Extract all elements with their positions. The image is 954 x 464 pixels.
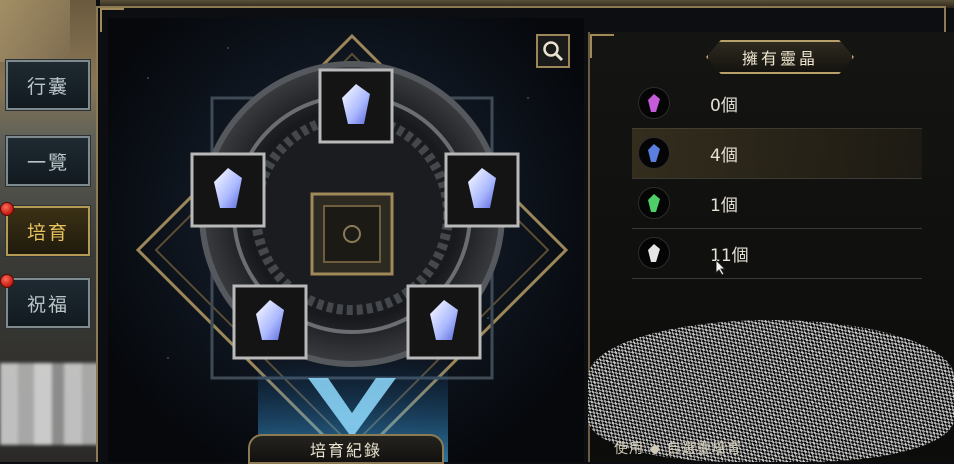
search-icon xyxy=(543,41,564,62)
outer-diamond xyxy=(135,33,569,462)
crystal-row: 11個 xyxy=(632,228,922,279)
slot-lower-right[interactable] xyxy=(406,284,482,360)
crystal-count: 1個 xyxy=(710,195,738,216)
square-frame xyxy=(210,96,494,380)
slot-top[interactable] xyxy=(318,68,394,144)
crystal-icon-purple xyxy=(638,87,670,119)
notification-dot xyxy=(0,202,14,216)
inner-ring xyxy=(251,113,453,315)
record-button[interactable]: 培育紀錄 xyxy=(248,434,444,464)
panel-title: 擁有靈晶 xyxy=(706,40,854,74)
slot-upper-right[interactable] xyxy=(444,152,520,228)
tab-overview[interactable]: 一覽 xyxy=(5,135,91,187)
panel-corner-ornament xyxy=(590,34,614,58)
crystal-count: 4個 xyxy=(710,145,738,166)
crystal-icon-blue xyxy=(638,137,670,169)
crystal-icon xyxy=(430,300,458,340)
slot-upper-left[interactable] xyxy=(190,152,266,228)
center-slot-inner xyxy=(323,205,381,263)
tab-cultivate-label: 培育 xyxy=(26,221,69,244)
wing-emblem xyxy=(308,378,396,438)
record-button-label: 培育紀錄 xyxy=(309,441,382,460)
crystal-icon xyxy=(468,168,496,208)
notification-dot xyxy=(0,274,14,288)
tab-blessing-label: 祝福 xyxy=(26,293,69,316)
crystal-icon xyxy=(214,168,242,208)
tab-cultivate[interactable]: 培育 xyxy=(5,205,91,257)
tab-overview-label: 一覽 xyxy=(26,151,69,174)
outer-ring xyxy=(199,61,505,367)
crystal-icon xyxy=(342,84,370,124)
center-emblem xyxy=(343,225,361,243)
crystal-icon-green xyxy=(638,187,670,219)
center-slot xyxy=(310,192,394,276)
cultivation-panel xyxy=(108,18,584,462)
tab-blessing[interactable]: 祝福 xyxy=(5,277,91,329)
crystal-row: 0個 xyxy=(632,78,922,129)
tab-bag[interactable]: 行囊 xyxy=(5,59,91,111)
slot-lower-left[interactable] xyxy=(232,284,308,360)
crystal-row: 4個 xyxy=(632,128,922,179)
crystal-count: 0個 xyxy=(710,95,738,116)
search-button[interactable] xyxy=(536,34,570,68)
panel-title-text: 擁有靈晶 xyxy=(741,49,818,68)
middle-ring xyxy=(232,94,472,334)
cultivation-circle xyxy=(135,33,569,462)
crystal-icon xyxy=(256,300,284,340)
inner-diamond xyxy=(154,52,550,448)
tab-bag-label: 行囊 xyxy=(26,75,69,98)
crystal-icon-white xyxy=(638,237,670,269)
crystal-row: 1個 xyxy=(632,178,922,229)
footer-text: 使用 ◆ 自選靈培育 xyxy=(614,441,742,457)
